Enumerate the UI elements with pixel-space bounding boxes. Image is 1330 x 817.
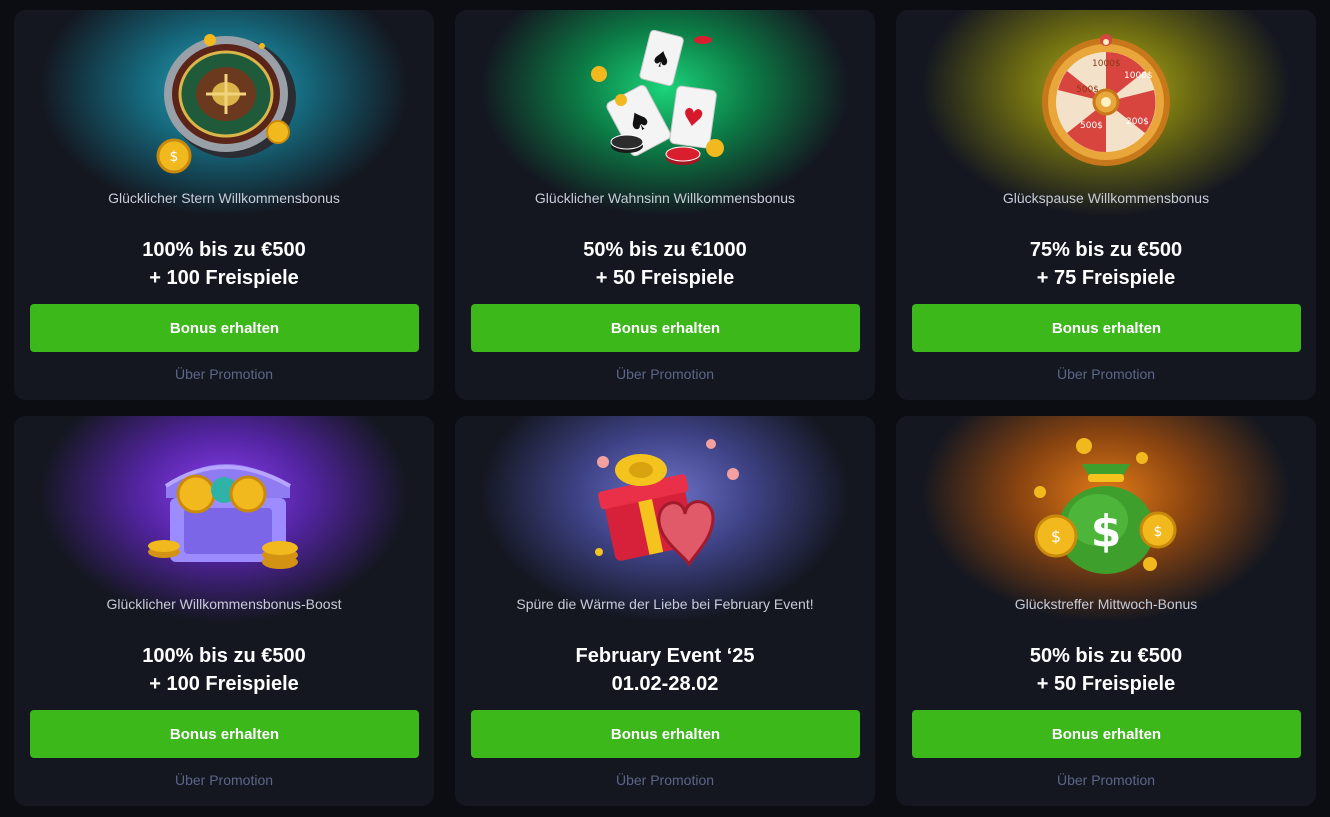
offer-line-1: 100% bis zu €500 <box>142 645 306 667</box>
promo-offer: 50% bis zu €500 + 50 Freispiele <box>896 642 1316 698</box>
promo-subtitle: Spüre die Wärme der Liebe bei February E… <box>516 596 814 612</box>
svg-text:$: $ <box>1091 506 1122 557</box>
about-promotion-link[interactable]: Über Promotion <box>14 366 434 382</box>
treasure-chest-icon <box>148 464 298 569</box>
gift-heart-icon <box>595 439 739 568</box>
offer-line-1: 50% bis zu €500 <box>1029 645 1183 667</box>
svg-text:$: $ <box>1154 524 1163 540</box>
about-promotion-link[interactable]: Über Promotion <box>896 366 1316 382</box>
svg-text:♥: ♥ <box>680 103 705 134</box>
offer-line-2: + 50 Freispiele <box>1036 673 1176 695</box>
get-bonus-button[interactable]: Bonus erhalten <box>912 304 1301 352</box>
wheel-label: 1000$ <box>1124 71 1153 81</box>
offer-line-2: + 100 Freispiele <box>149 267 299 289</box>
svg-text:$: $ <box>170 149 179 165</box>
get-bonus-button[interactable]: Bonus erhalten <box>471 304 860 352</box>
promo-offer: February Event ‘25 01.02-28.02 <box>455 642 875 698</box>
promo-card: ♠ ♠ ♥ Glücklicher Wahnsinn Willkommensbo… <box>455 10 875 400</box>
about-promotion-link[interactable]: Über Promotion <box>896 772 1316 788</box>
get-bonus-button[interactable]: Bonus erhalten <box>30 710 419 758</box>
get-bonus-button[interactable]: Bonus erhalten <box>471 710 860 758</box>
promo-card: $ Glücklicher Stern Willkommensbonus 100… <box>14 10 434 400</box>
promo-card: 1000$ 500$ 200$ 500$ 1000$ Glückspause W… <box>896 10 1316 400</box>
promo-card: Spüre die Wärme der Liebe bei February E… <box>455 416 875 806</box>
offer-line-1: 75% bis zu €500 <box>1029 239 1183 261</box>
roulette-wheel-icon: $ <box>156 34 296 174</box>
promo-offer: 100% bis zu €500 + 100 Freispiele <box>14 236 434 292</box>
promo-card: $ $ $ Glückstreffer Mittwoch-Bonus 50% b… <box>896 416 1316 806</box>
promotions-grid: $ Glücklicher Stern Willkommensbonus 100… <box>14 10 1316 806</box>
wheel-label: 500$ <box>1076 85 1099 95</box>
offer-line-1: 50% bis zu €1000 <box>583 239 747 261</box>
promo-subtitle: Glücklicher Willkommensbonus-Boost <box>106 596 342 612</box>
promo-subtitle: Glückstreffer Mittwoch-Bonus <box>1014 596 1198 612</box>
promo-subtitle: Glücklicher Stern Willkommensbonus <box>108 190 340 206</box>
wheel-label: 200$ <box>1126 117 1149 127</box>
get-bonus-button[interactable]: Bonus erhalten <box>912 710 1301 758</box>
wheel-label: 1000$ <box>1092 59 1121 69</box>
offer-line-1: February Event ‘25 <box>575 645 755 667</box>
wheel-label: 500$ <box>1080 121 1103 131</box>
promo-offer: 50% bis zu €1000 + 50 Freispiele <box>455 236 875 292</box>
about-promotion-link[interactable]: Über Promotion <box>455 772 875 788</box>
get-bonus-button[interactable]: Bonus erhalten <box>30 304 419 352</box>
promo-subtitle: Glücklicher Wahnsinn Willkommensbonus <box>534 190 796 206</box>
promo-subtitle: Glückspause Willkommensbonus <box>1002 190 1210 206</box>
promo-offer: 75% bis zu €500 + 75 Freispiele <box>896 236 1316 292</box>
promo-card: Glücklicher Willkommensbonus-Boost 100% … <box>14 416 434 806</box>
offer-line-2: + 75 Freispiele <box>1036 267 1176 289</box>
offer-line-1: 100% bis zu €500 <box>142 239 306 261</box>
about-promotion-link[interactable]: Über Promotion <box>455 366 875 382</box>
offer-line-2: + 100 Freispiele <box>149 673 299 695</box>
fortune-wheel-icon: 1000$ 500$ 200$ 500$ 1000$ <box>1042 34 1170 166</box>
money-bag-icon: $ $ $ <box>1034 438 1177 574</box>
offer-line-2: 01.02-28.02 <box>611 673 719 695</box>
promo-offer: 100% bis zu €500 + 100 Freispiele <box>14 642 434 698</box>
offer-line-2: + 50 Freispiele <box>595 267 735 289</box>
playing-cards-icon: ♠ ♠ ♥ <box>591 29 724 165</box>
about-promotion-link[interactable]: Über Promotion <box>14 772 434 788</box>
svg-text:$: $ <box>1051 527 1061 546</box>
